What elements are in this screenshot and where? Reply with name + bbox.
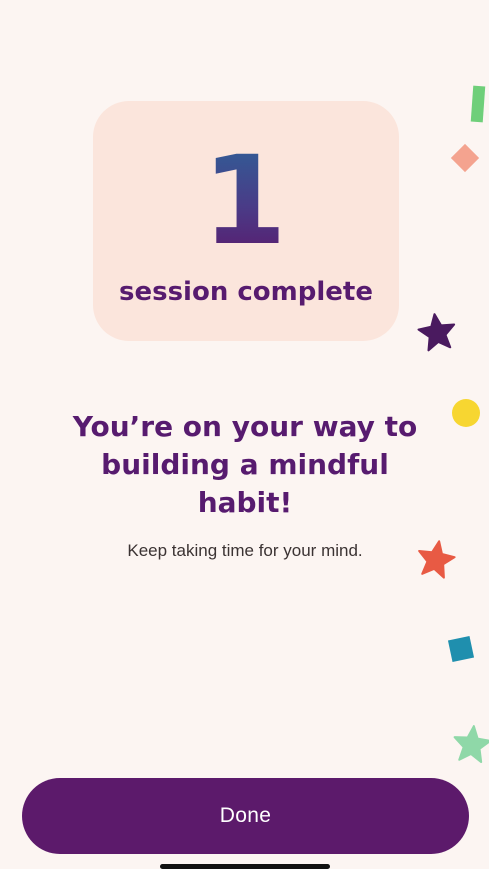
confetti-teal-square-icon xyxy=(447,635,475,663)
confetti-pink-diamond-icon xyxy=(450,143,480,173)
confetti-mint-star-icon xyxy=(453,725,489,764)
home-indicator[interactable] xyxy=(160,864,330,869)
encouragement-text: Keep taking time for your mind. xyxy=(127,541,363,560)
confetti-yellow-circle-icon xyxy=(452,399,480,427)
done-button[interactable]: Done xyxy=(22,778,469,854)
headline-message: You’re on your way to building a mindful… xyxy=(72,410,418,519)
confetti-purple-star-icon xyxy=(417,313,456,352)
confetti-red-star-icon xyxy=(418,540,456,579)
confetti-green-rectangle-icon xyxy=(470,85,486,123)
session-count-number: 1 xyxy=(0,140,489,262)
session-complete-screen: 1 session complete You’re on your way to… xyxy=(0,0,489,869)
session-count-label: session complete xyxy=(119,277,373,307)
